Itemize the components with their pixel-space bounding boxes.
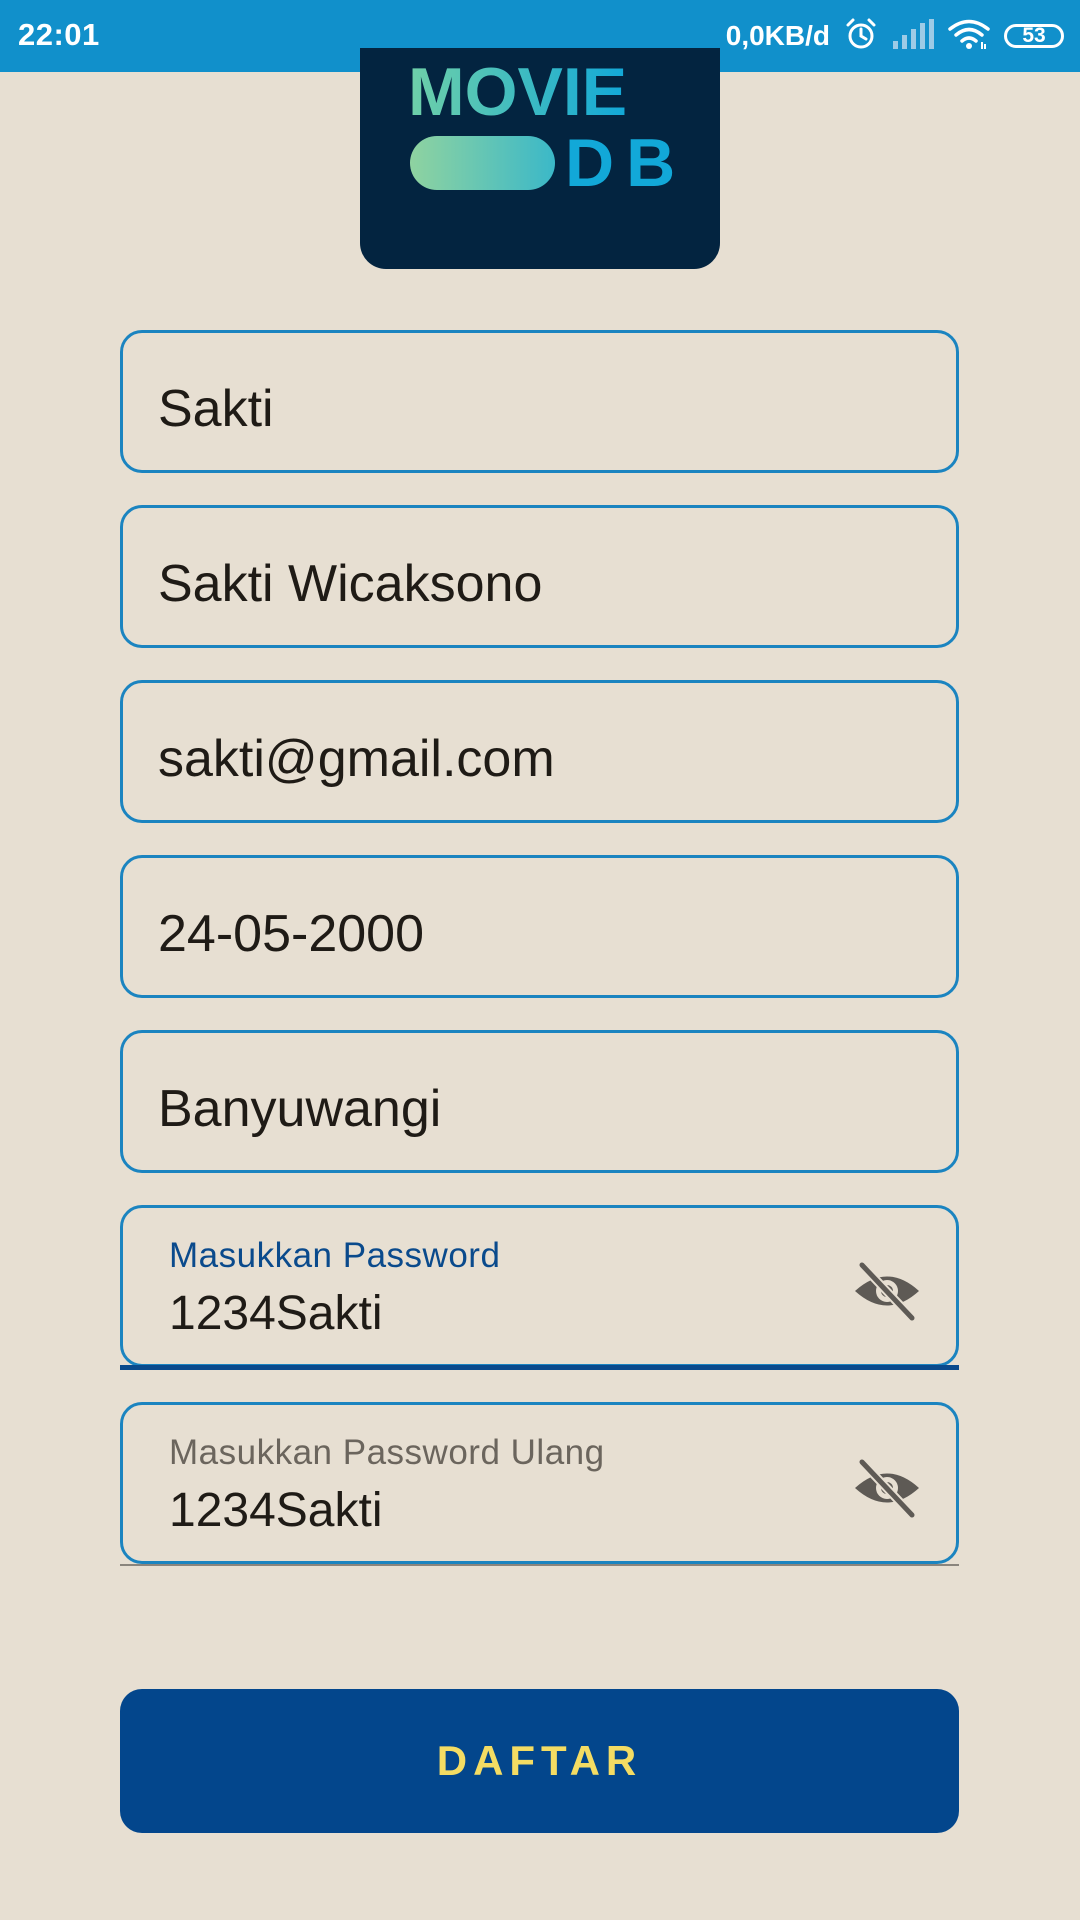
city-value: Banyuwangi — [158, 1080, 442, 1138]
eye-off-icon[interactable] — [852, 1260, 922, 1323]
password-field[interactable]: Masukkan Password 1234Sakti — [120, 1205, 959, 1367]
status-time: 22:01 — [18, 17, 100, 52]
app-logo: MOVIE DB — [360, 48, 720, 269]
birthdate-field[interactable]: 24-05-2000 — [120, 855, 959, 998]
username-field[interactable]: Sakti — [120, 330, 959, 473]
fullname-field[interactable]: Sakti Wicaksono — [120, 505, 959, 648]
password-label: Masukkan Password — [169, 1236, 501, 1275]
eye-off-icon[interactable] — [852, 1457, 922, 1520]
wifi-icon — [948, 18, 990, 55]
logo-text-movie: MOVIE — [408, 54, 627, 130]
username-value: Sakti — [158, 380, 274, 438]
logo-text-db: DB — [565, 125, 687, 201]
fullname-value: Sakti Wicaksono — [158, 555, 543, 613]
birthdate-value: 24-05-2000 — [158, 905, 424, 963]
battery-icon: 53 — [1004, 24, 1064, 48]
email-value: sakti@gmail.com — [158, 730, 555, 788]
status-icons: 0,0KB/d 53 — [726, 16, 1064, 56]
password-focus-underline — [120, 1365, 959, 1370]
logo-pill-shape — [410, 136, 555, 190]
network-speed: 0,0KB/d — [725, 20, 830, 51]
daftar-button[interactable]: DAFTAR — [120, 1689, 959, 1833]
confirm-password-label: Masukkan Password Ulang — [169, 1433, 605, 1472]
alarm-icon — [844, 17, 878, 56]
confirm-password-value: 1234Sakti — [169, 1484, 383, 1537]
password-value: 1234Sakti — [169, 1287, 383, 1340]
signal-icon — [892, 18, 934, 54]
confirm-password-underline — [120, 1564, 959, 1566]
email-field[interactable]: sakti@gmail.com — [120, 680, 959, 823]
confirm-password-field[interactable]: Masukkan Password Ulang 1234Sakti — [120, 1402, 959, 1564]
svg-text:MOVIE: MOVIE — [408, 54, 627, 130]
city-field[interactable]: Banyuwangi — [120, 1030, 959, 1173]
